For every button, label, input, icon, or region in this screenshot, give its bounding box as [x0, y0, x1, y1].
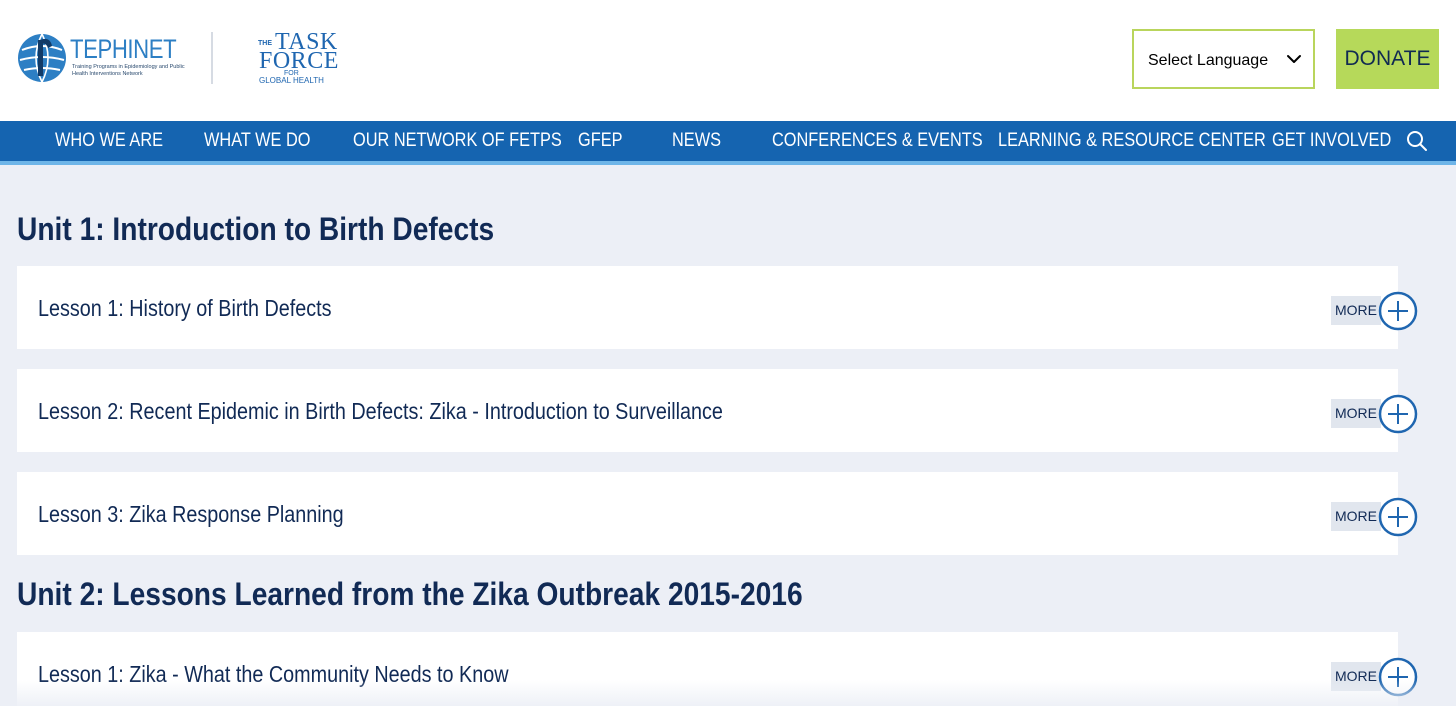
nav-item-learning-resource-center[interactable]: LEARNING & RESOURCE CENTER — [998, 121, 1266, 161]
task-force-the: THE — [258, 40, 272, 47]
donate-label: DONATE — [1344, 47, 1431, 70]
lesson-title: Lesson 3: Zika Response Planning — [38, 501, 344, 527]
lesson-title: Lesson 2: Recent Epidemic in Birth Defec… — [38, 398, 723, 424]
nav-item-get-involved[interactable]: GET INVOLVED — [1272, 121, 1391, 161]
nav-item-gfep[interactable]: GFEP — [578, 121, 622, 161]
task-force-global-health: GLOBAL HEALTH — [259, 76, 324, 85]
plus-circle-icon[interactable] — [1378, 497, 1418, 537]
main-nav: WHO WE ARE WHAT WE DO OUR NETWORK OF FET… — [0, 121, 1456, 165]
task-force-force: FORCE — [259, 48, 339, 74]
plus-circle-icon[interactable] — [1378, 394, 1418, 434]
tephinet-tagline: Training Programs in Epidemiology and Pu… — [72, 64, 185, 77]
unit-title: Unit 2: Lessons Learned from the Zika Ou… — [17, 576, 803, 612]
language-select-label: Select Language — [1148, 52, 1269, 69]
more-label: MORE — [1331, 502, 1381, 531]
lesson-title: Lesson 1: Zika - What the Community Need… — [38, 661, 509, 687]
lesson-card[interactable]: Lesson 1: Zika - What the Community Need… — [17, 632, 1418, 706]
more-button[interactable]: MORE — [1331, 657, 1437, 699]
nav-item-our-network-of-fetps[interactable]: OUR NETWORK OF FETPS — [353, 121, 562, 161]
search-icon[interactable] — [1406, 130, 1428, 152]
more-button[interactable]: MORE — [1331, 394, 1437, 436]
nav-item-who-we-are[interactable]: WHO WE ARE — [55, 121, 163, 161]
donate-button[interactable]: DONATE — [1336, 29, 1439, 89]
more-button[interactable]: MORE — [1331, 497, 1437, 539]
language-select[interactable]: Select Language — [1132, 29, 1315, 89]
more-label: MORE — [1331, 296, 1381, 325]
more-button[interactable]: MORE — [1331, 291, 1437, 333]
nav-item-what-we-do[interactable]: WHAT WE DO — [204, 121, 311, 161]
more-label: MORE — [1331, 399, 1381, 428]
plus-circle-icon[interactable] — [1378, 291, 1418, 331]
logo-divider — [211, 32, 213, 84]
lesson-card[interactable]: Lesson 1: History of Birth Defects MORE — [17, 266, 1418, 349]
nav-item-news[interactable]: NEWS — [672, 121, 721, 161]
tephinet-logo[interactable]: TEPHINET Training Programs in Epidemiolo… — [16, 30, 185, 86]
lesson-card[interactable]: Lesson 3: Zika Response Planning MORE — [17, 472, 1418, 555]
lesson-title: Lesson 1: History of Birth Defects — [38, 295, 332, 321]
tephinet-name: TEPHINET — [70, 34, 177, 64]
more-label: MORE — [1331, 662, 1381, 691]
nav-item-conferences-events[interactable]: CONFERENCES & EVENTS — [772, 121, 983, 161]
plus-circle-icon[interactable] — [1378, 657, 1418, 697]
globe-icon — [18, 33, 66, 83]
unit-title: Unit 1: Introduction to Birth Defects — [17, 211, 495, 247]
lesson-card[interactable]: Lesson 2: Recent Epidemic in Birth Defec… — [17, 369, 1418, 452]
site-header: TEPHINET Training Programs in Epidemiolo… — [0, 0, 1456, 121]
chevron-down-icon — [1287, 55, 1301, 63]
task-force-logo[interactable]: THE TASK FORCE FOR GLOBAL HEALTH — [256, 30, 339, 88]
